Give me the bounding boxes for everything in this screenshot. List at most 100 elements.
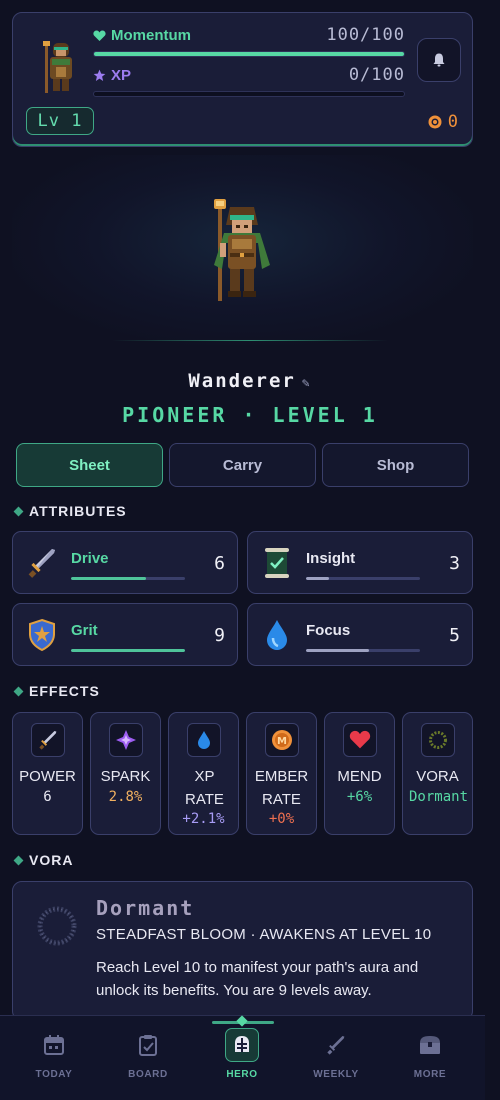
effect-ember-rate[interactable]: M EMBER RATE +0% <box>246 712 317 835</box>
helmet-icon <box>225 1028 259 1062</box>
attribute-bar <box>71 649 185 652</box>
attribute-bar-fill <box>71 649 185 652</box>
attribute-insight[interactable]: Insight 3 <box>247 531 473 594</box>
xp-bar <box>93 91 405 97</box>
attribute-name: Drive <box>71 550 109 567</box>
nav-label: WEEKLY <box>313 1069 359 1080</box>
nav-weekly[interactable]: WEEKLY <box>290 1016 382 1100</box>
star-icon <box>93 69 106 81</box>
effect-xp-rate[interactable]: XP RATE +2.1% <box>168 712 239 835</box>
momentum-bar <box>93 51 405 57</box>
edit-name-icon[interactable]: ✎ <box>302 376 312 391</box>
attributes-heading: ATTRIBUTES <box>13 503 127 519</box>
nav-hero[interactable]: HERO <box>196 1016 288 1100</box>
sword-icon <box>31 723 65 757</box>
effect-label: SPARK <box>100 768 151 785</box>
attribute-bar <box>71 577 185 580</box>
attribute-value: 5 <box>449 625 460 646</box>
vora-description: Reach Level 10 to manifest your path's a… <box>96 959 419 999</box>
attribute-bar <box>306 649 420 652</box>
nav-label: HERO <box>226 1069 258 1080</box>
effect-value: 6 <box>43 789 52 805</box>
status-card: Momentum 100/100 XP 0/100 Lv 1 0 <box>12 12 473 147</box>
attribute-value: 3 <box>449 553 460 574</box>
attribute-name: Grit <box>71 622 98 639</box>
hero-name-text: Wanderer <box>188 370 296 392</box>
coin-count: 0 <box>447 112 458 132</box>
hero-class-level: PIONEER · LEVEL 1 <box>122 403 378 427</box>
effect-value: 2.8% <box>108 789 143 805</box>
vora-card: Dormant STEADFAST BLOOM · AWAKENS AT LEV… <box>12 881 473 1021</box>
sword-icon <box>27 546 57 580</box>
vora-status: Dormant <box>96 896 195 920</box>
attribute-grit[interactable]: Grit 9 <box>12 603 238 666</box>
hero-sprite <box>214 199 270 301</box>
nav-today[interactable]: TODAY <box>8 1016 100 1100</box>
attribute-bar <box>306 577 420 580</box>
effect-power[interactable]: POWER 6 <box>12 712 83 835</box>
diamond-icon <box>13 506 24 516</box>
attribute-bar-fill <box>71 577 147 580</box>
attribute-focus[interactable]: Focus 5 <box>247 603 473 666</box>
effects-title: EFFECTS <box>29 683 100 699</box>
effect-value: +6% <box>346 789 373 805</box>
vora-subtitle: STEADFAST BLOOM · AWAKENS AT LEVEL 10 <box>96 926 432 943</box>
coin-icon: M <box>265 723 299 757</box>
notifications-button[interactable] <box>417 38 461 82</box>
droplet-icon <box>262 618 292 652</box>
effects-heading: EFFECTS <box>13 683 100 699</box>
attribute-bar-fill <box>306 649 369 652</box>
heart-icon <box>343 723 377 757</box>
attribute-drive[interactable]: Drive 6 <box>12 531 238 594</box>
sword-icon <box>322 1031 350 1059</box>
coin-icon <box>428 115 442 129</box>
heart-icon <box>93 30 106 41</box>
scroll-icon <box>262 546 292 580</box>
attributes-title: ATTRIBUTES <box>29 503 127 519</box>
ring-icon <box>421 723 455 757</box>
coin-balance: 0 <box>428 112 458 132</box>
effect-vora[interactable]: VORA Dormant <box>402 712 473 835</box>
nav-label: MORE <box>413 1069 447 1080</box>
effect-value: +2.1% <box>182 811 225 827</box>
attribute-name: Insight <box>306 550 356 567</box>
xp-row: XP 0/100 <box>93 65 405 87</box>
vora-title: VORA <box>29 852 74 868</box>
calendar-icon <box>40 1031 68 1059</box>
vora-heading: VORA <box>13 852 74 868</box>
momentum-label: Momentum <box>111 27 191 44</box>
bottom-nav: TODAY BOARD HERO WEEKLY MORE <box>0 1015 485 1100</box>
level-badge: Lv 1 <box>26 107 94 135</box>
droplet-icon <box>187 723 221 757</box>
effect-label: XP RATE <box>185 768 224 808</box>
effect-spark[interactable]: SPARK 2.8% <box>90 712 161 835</box>
momentum-value: 100/100 <box>326 25 405 45</box>
hero-divider <box>112 340 388 341</box>
xp-value: 0/100 <box>348 65 405 85</box>
momentum-row: Momentum 100/100 <box>93 25 405 47</box>
nav-board[interactable]: BOARD <box>102 1016 194 1100</box>
nav-more[interactable]: MORE <box>384 1016 476 1100</box>
effect-label: VORA <box>416 768 459 785</box>
tab-carry[interactable]: Carry <box>169 443 316 487</box>
diamond-icon <box>13 686 24 696</box>
spark-icon <box>109 723 143 757</box>
vora-ring-icon <box>37 906 77 946</box>
effect-label: MEND <box>337 768 382 785</box>
effect-label: POWER <box>19 768 76 785</box>
diamond-icon <box>13 855 24 865</box>
chest-icon <box>416 1031 444 1059</box>
effect-value: Dormant <box>409 789 469 805</box>
xp-label: XP <box>111 67 132 84</box>
tab-shop[interactable]: Shop <box>322 443 469 487</box>
attribute-value: 6 <box>214 553 225 574</box>
shield-icon <box>27 618 57 652</box>
tab-sheet[interactable]: Sheet <box>16 443 163 487</box>
attribute-bar-fill <box>306 577 329 580</box>
effect-mend[interactable]: MEND +6% <box>324 712 395 835</box>
effect-label: EMBER RATE <box>254 768 309 808</box>
hero-name: Wanderer ✎ <box>0 370 500 392</box>
attribute-name: Focus <box>306 622 351 639</box>
nav-label: BOARD <box>128 1069 168 1080</box>
clipboard-icon <box>134 1031 162 1059</box>
